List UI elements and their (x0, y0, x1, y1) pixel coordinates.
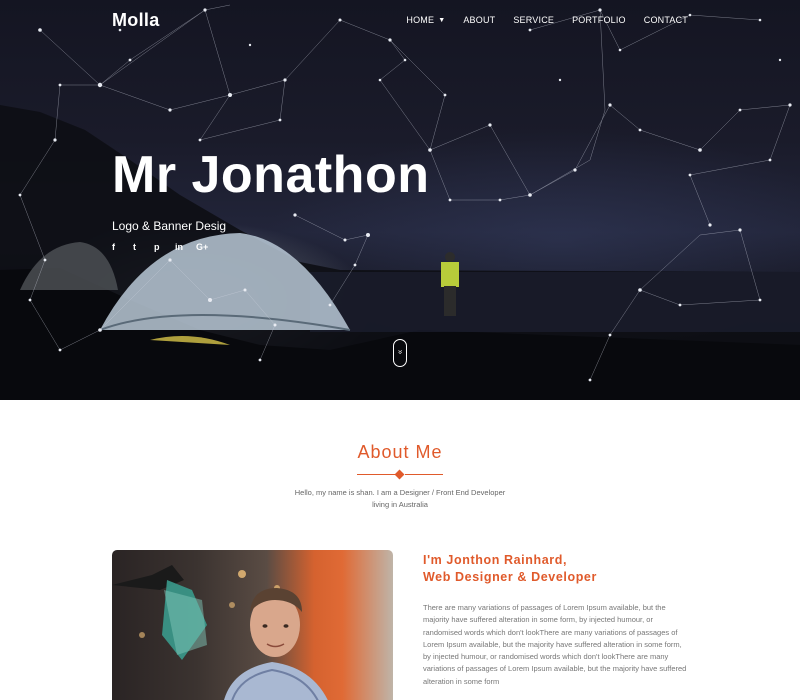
linkedin-icon[interactable]: in (175, 242, 196, 252)
chevron-down-icon: ▼ (438, 16, 446, 24)
divider-line (405, 474, 443, 475)
profile-bio: There are many variations of passages of… (423, 603, 687, 686)
nav-item-contact[interactable]: CONTACT (644, 15, 688, 25)
about-intro-line: living in Australia (372, 500, 428, 509)
nav-item-label: ABOUT (463, 15, 496, 25)
profile-photo (112, 550, 393, 700)
nav-item-label: CONTACT (643, 15, 688, 25)
divider-line (357, 474, 395, 475)
nav-item-label: SERVICE (513, 15, 555, 25)
about-intro-line: Hello, my name is shan. I am a Designer … (294, 488, 506, 497)
hero-title: Mr Jonathon (112, 146, 430, 204)
profile-name: I'm Jonthon Rainhard, (423, 553, 568, 567)
profile-heading: I'm Jonthon Rainhard, Web Designer & Dev… (423, 552, 597, 586)
main-nav: HOME ▼ ABOUT SERVICE PORTFOLIO CONTACT (388, 15, 688, 25)
nav-item-service[interactable]: SERVICE (513, 15, 554, 25)
site-logo[interactable]: Molla (112, 10, 160, 31)
top-navbar: Molla HOME ▼ ABOUT SERVICE PORTFOLIO CON… (0, 0, 800, 42)
nav-item-about[interactable]: ABOUT (463, 15, 495, 25)
diamond-icon (394, 469, 405, 480)
hero-subtitle: Logo & Banner Desig (112, 219, 227, 233)
pinterest-icon[interactable]: p (154, 242, 175, 252)
profile-role: Web Designer & Developer (423, 570, 597, 584)
double-chevron-down-icon: » (395, 349, 405, 355)
social-links: f t p in G+ (112, 242, 217, 252)
nav-item-label: PORTFOLIO (572, 15, 626, 25)
hero-section: Molla HOME ▼ ABOUT SERVICE PORTFOLIO CON… (0, 0, 800, 400)
nav-item-home[interactable]: HOME ▼ (406, 15, 445, 25)
about-section-title: About Me (357, 442, 443, 462)
twitter-icon[interactable]: t (133, 242, 154, 252)
nav-item-label: HOME (406, 15, 435, 25)
scroll-down-button[interactable]: » (393, 339, 407, 367)
section-divider (357, 469, 443, 480)
nav-item-portfolio[interactable]: PORTFOLIO (572, 15, 626, 25)
google-plus-icon[interactable]: G+ (196, 242, 217, 252)
facebook-icon[interactable]: f (112, 242, 133, 252)
about-intro: Hello, my name is shan. I am a Designer … (280, 487, 520, 511)
